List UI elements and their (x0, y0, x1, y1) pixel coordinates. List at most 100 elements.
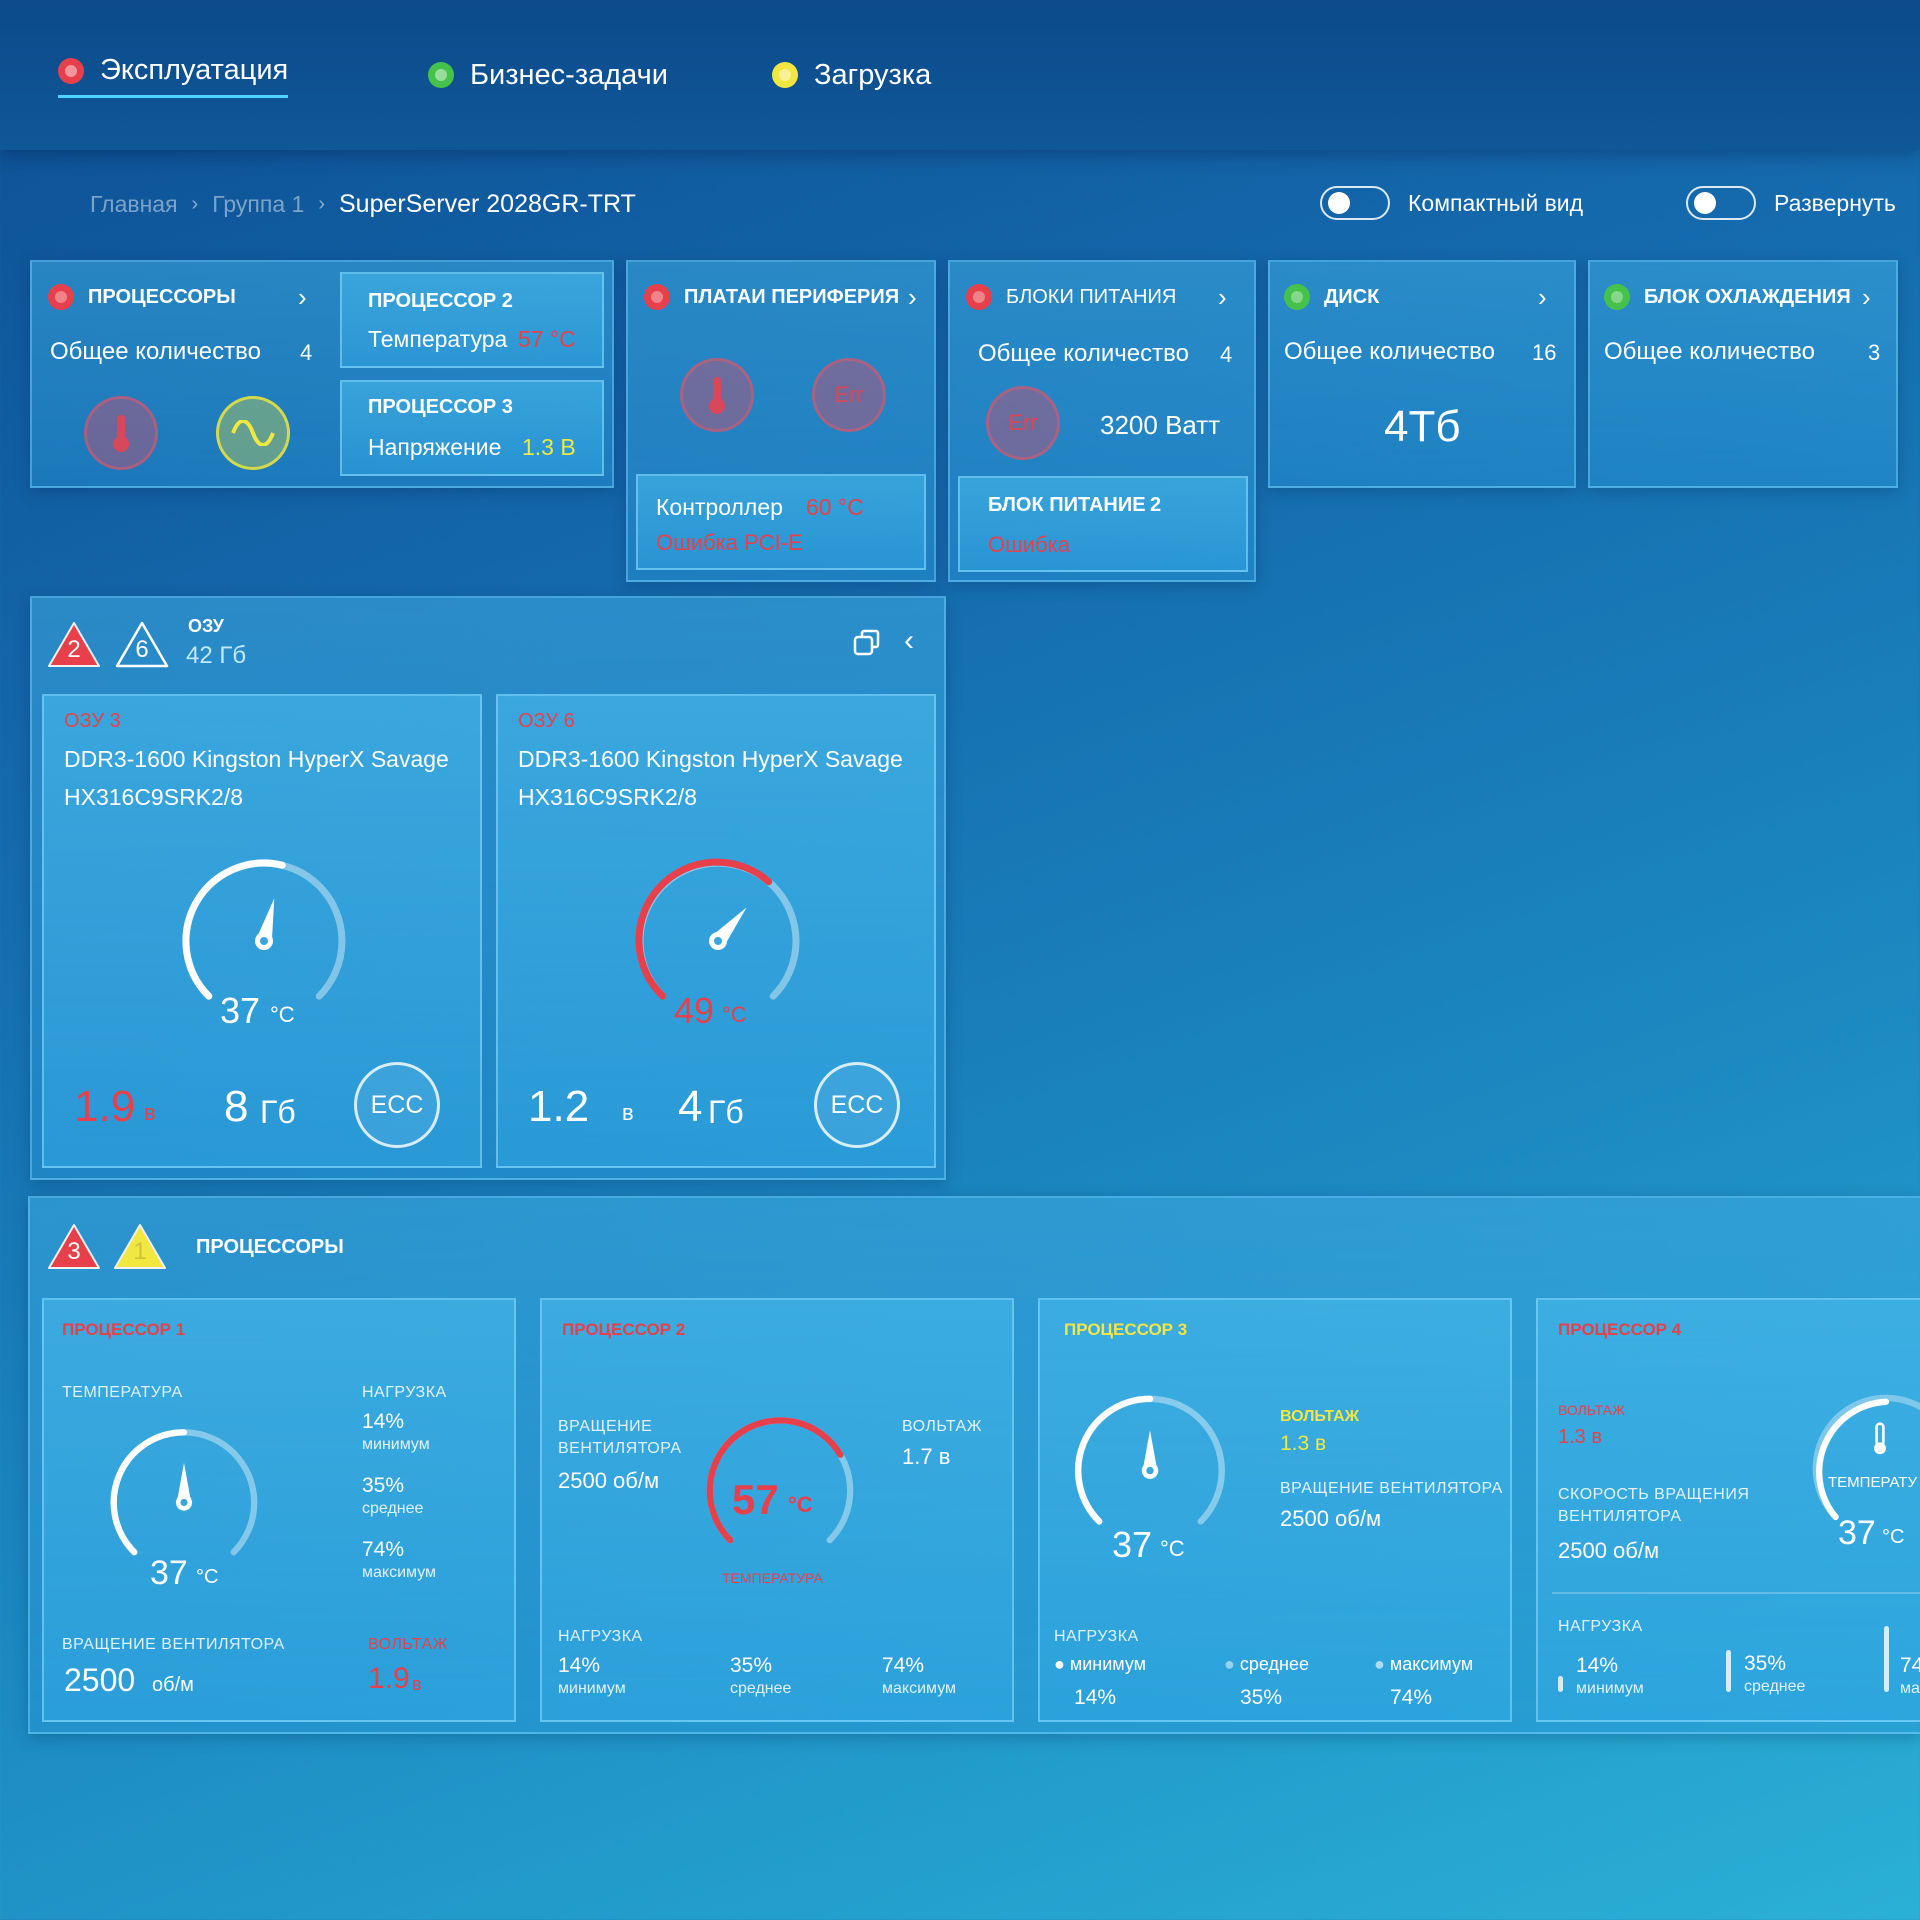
breadcrumb-home-link[interactable]: Главная (90, 191, 178, 218)
load-avg-value: 35% (730, 1654, 773, 1677)
alert-cpu2[interactable]: ПРОЦЕССОР 2 Температура 57 °C (340, 272, 604, 368)
cpu-name: ПРОЦЕССОР 2 (562, 1320, 686, 1339)
card-title: ДИСК (1324, 285, 1380, 308)
summary-psu-card[interactable]: БЛОКИ ПИТАНИЯ › Общее количество 4 Err 3… (948, 260, 1256, 582)
load-max-value: 74% (362, 1538, 405, 1561)
fan-value: 2500 об/м (1280, 1506, 1382, 1531)
ecc-label: ECC (370, 1090, 424, 1119)
cpu-name: ПРОЦЕССОР 1 (62, 1320, 186, 1339)
temp-label: ТЕМПЕРАТУРА (62, 1384, 183, 1401)
ram-total: 42 Гб (186, 642, 247, 669)
gauge-fill (1074, 1395, 1154, 1525)
alert-label: Контроллер (656, 494, 783, 520)
error-icon: Err (812, 358, 886, 432)
alert-controller[interactable]: Контроллер 60 °C Ошибка PCI-E (636, 474, 926, 570)
cpu-name: ПРОЦЕССОР 3 (1064, 1320, 1188, 1339)
ecc-badge: ECC (814, 1062, 900, 1148)
ram-slot-label: ОЗУ 6 (518, 710, 575, 732)
load-min-value: 14% (362, 1410, 405, 1433)
expand-toggle[interactable]: Развернуть (1686, 186, 1896, 220)
disk-capacity: 4Тб (1384, 402, 1461, 451)
load-label: НАГРУЗКА (362, 1384, 447, 1401)
load-max-label: ма (1900, 1680, 1920, 1697)
alert-count-red: 2 (67, 636, 81, 663)
temperature-gauge (706, 1417, 854, 1544)
gauge-hub-inner (260, 937, 268, 945)
alert-psu2[interactable]: БЛОК ПИТАНИЕ 2 Ошибка (958, 476, 1248, 572)
card-title: ПРОЦЕССОРЫ (88, 285, 236, 308)
ram-model-line1: DDR3-1600 Kingston HyperX Savage (64, 746, 449, 772)
load-min-value: 14% (1074, 1686, 1117, 1709)
volt-label: ВОЛЬТАЖ (368, 1636, 448, 1653)
chevron-right-icon: › (191, 193, 199, 215)
chevron-right-icon: › (318, 193, 325, 215)
temp-value: 37 (150, 1554, 188, 1592)
load-max-label: максимум (362, 1564, 437, 1581)
breadcrumb-current: SuperServer 2028GR-TRT (338, 190, 636, 218)
fan-value: 2500 об/м (558, 1468, 660, 1493)
tab-business-tasks[interactable]: Бизнес-задачи (428, 52, 668, 98)
temp-value: 37 (1838, 1514, 1876, 1552)
load-min-label: минимум (1576, 1680, 1644, 1697)
compact-view-toggle[interactable]: Компактный вид (1320, 186, 1583, 220)
ram-voltage-unit: в (144, 1100, 156, 1125)
volt-label: ВОЛЬТАЖ (902, 1418, 982, 1435)
sine-wave-icon (216, 396, 290, 470)
breadcrumb-group-link[interactable]: Группа 1 (212, 191, 304, 218)
ram-module-card[interactable]: ОЗУ 3 DDR3-1600 Kingston HyperX Savage H… (42, 694, 482, 1168)
count-value: 4 (300, 340, 313, 365)
card-title: БЛОКИ ПИТАНИЯ (1006, 285, 1177, 308)
chevron-right-icon[interactable]: › (298, 282, 307, 313)
count-value: 16 (1532, 340, 1557, 365)
summary-cooling-card[interactable]: БЛОК ОХЛАЖДЕНИЯ › Общее количество 3 (1588, 260, 1898, 488)
chevron-right-icon[interactable]: › (1862, 282, 1871, 313)
load-min-label: ● минимум (1054, 1654, 1147, 1674)
summary-peripherals-card[interactable]: ПЛАТАИ ПЕРИФЕРИЯ › Err Контроллер 60 °C … (626, 260, 936, 582)
copy-icon[interactable] (852, 628, 882, 658)
toggle-switch[interactable] (1320, 186, 1390, 220)
load-avg-value: 35% (362, 1474, 405, 1497)
status-dot-icon (644, 284, 670, 310)
toggle-knob (1694, 192, 1716, 214)
tab-load[interactable]: Загрузка (772, 52, 931, 98)
load-max-value: 74 (1900, 1654, 1920, 1677)
alert-cpu3[interactable]: ПРОЦЕССОР 3 Напряжение 1.3 В (340, 380, 604, 476)
chevron-right-icon[interactable]: › (1538, 282, 1547, 313)
section-title: ПРОЦЕССОРЫ (196, 1236, 344, 1258)
ram-module-card[interactable]: ОЗУ 6 DDR3-1600 Kingston HyperX Savage H… (496, 694, 936, 1168)
fan-unit: об/м (152, 1674, 194, 1696)
load-min-value: 14% (1576, 1654, 1619, 1677)
tab-operation[interactable]: Эксплуатация (58, 52, 289, 98)
fan-label-1: СКОРОСТЬ ВРАЩЕНИЯ (1558, 1486, 1750, 1503)
summary-cpu-card[interactable]: ПРОЦЕССОРЫ › Общее количество 4 ПРОЦЕССО… (30, 260, 614, 488)
ram-temp-unit: °C (722, 1002, 747, 1027)
card-header: БЛОК ОХЛАЖДЕНИЯ (1604, 284, 1851, 310)
volt-value: 1.3 в (1558, 1426, 1602, 1448)
ram-size-unit: Гб (260, 1094, 296, 1130)
cpu-card-2[interactable]: ПРОЦЕССОР 2 ВРАЩЕНИЕ ВЕНТИЛЯТОРА 2500 об… (540, 1298, 1014, 1722)
status-dot-icon (1284, 284, 1310, 310)
load-max-value: 74% (882, 1654, 925, 1677)
card-header: ПРОЦЕССОРЫ (48, 284, 236, 310)
fan-label-2: ВЕНТИЛЯТОРА (1558, 1508, 1682, 1525)
cpu-card-3[interactable]: ПРОЦЕССОР 3 37 °C ВОЛЬТАЖ 1.3 в ВРАЩЕНИЕ… (1038, 1298, 1512, 1722)
alert-error: Ошибка (988, 532, 1070, 557)
summary-disk-card[interactable]: ДИСК › Общее количество 16 4Тб (1268, 260, 1576, 488)
cpu-card-1[interactable]: ПРОЦЕССОР 1 ТЕМПЕРАТУРА 37 °C НАГРУЗКА 1… (42, 1298, 516, 1722)
toggle-switch[interactable] (1686, 186, 1756, 220)
chevron-right-icon[interactable]: › (1218, 282, 1227, 313)
ram-model-line1: DDR3-1600 Kingston HyperX Savage (518, 746, 903, 772)
volt-label: ВОЛЬТАЖ (1558, 1402, 1625, 1418)
load-label: НАГРУЗКА (1558, 1618, 1643, 1635)
toggle-label: Компактный вид (1408, 189, 1584, 216)
temp-label: ТЕМПЕРАТУРА (722, 1570, 823, 1586)
chevron-right-icon[interactable]: › (908, 282, 917, 313)
temp-unit: °C (1882, 1526, 1905, 1548)
chevron-left-icon[interactable]: ‹ (904, 624, 914, 658)
error-icon-label: Err (1008, 410, 1038, 435)
cpu-card-4[interactable]: ПРОЦЕССОР 4 ВОЛЬТАЖ 1.3 в СКОРОСТЬ ВРАЩЕ… (1536, 1298, 1920, 1722)
ram-voltage-unit: в (622, 1100, 634, 1125)
alert-count-yellow: 1 (133, 1238, 147, 1265)
card-title: ПЛАТАИ ПЕРИФЕРИЯ (684, 285, 900, 308)
load-avg-value: 35% (1744, 1652, 1787, 1675)
